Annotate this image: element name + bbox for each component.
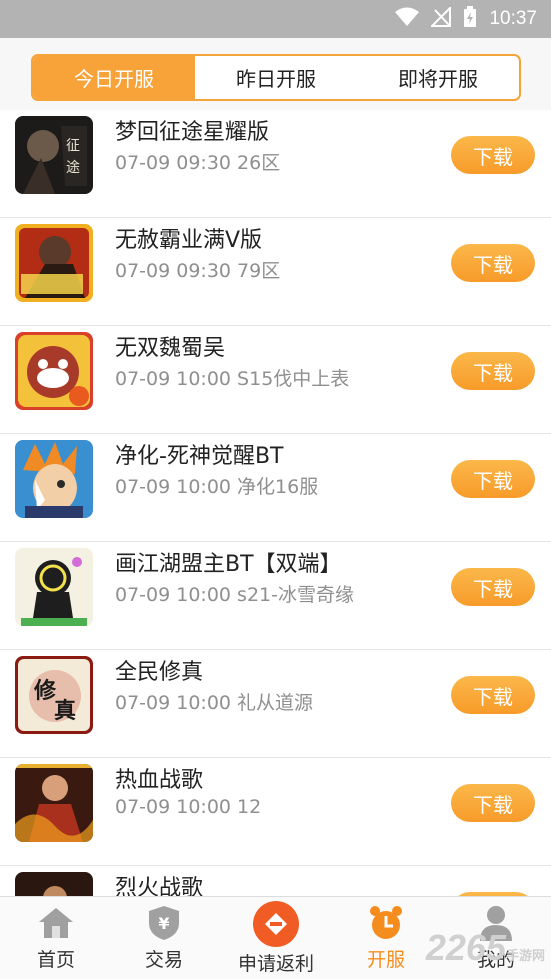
game-name: 全民修真 [115, 660, 204, 685]
no-signal-icon [430, 5, 452, 31]
alarm-clock-icon [366, 905, 406, 941]
list-item[interactable]: 烈火战歌 下载 [0, 866, 551, 896]
server-info: 07-09 10:00 礼从道源 [115, 692, 314, 714]
tab-upcoming[interactable]: 即将开服 [357, 56, 519, 99]
list-item[interactable]: 无赦霸业满V版 07-09 09:30 79区 下载 [0, 218, 551, 326]
game-icon [15, 224, 93, 302]
server-tab-segment: 今日开服 昨日开服 即将开服 [31, 54, 521, 101]
nav-trade[interactable]: ¥ 交易 [141, 897, 187, 979]
game-name: 热血战歌 [115, 768, 204, 793]
game-name: 梦回征途星耀版 [115, 120, 270, 145]
game-name: 净化-死神觉醒BT [115, 444, 284, 469]
status-time: 10:37 [489, 8, 537, 29]
list-item[interactable]: 无双魏蜀吴 07-09 10:00 S15伐中上表 下载 [0, 326, 551, 434]
game-name: 无赦霸业满V版 [115, 228, 263, 253]
server-info: 07-09 09:30 26区 [115, 152, 281, 174]
list-item[interactable]: 热血战歌 07-09 10:00 12 下载 [0, 758, 551, 866]
game-name: 画江湖盟主BT【双端】 [115, 552, 342, 577]
home-icon [36, 905, 76, 941]
server-list[interactable]: 征途 梦回征途星耀版 07-09 09:30 26区 下载 无赦霸业满V版 07… [0, 110, 551, 896]
download-button[interactable]: 下载 [451, 784, 535, 822]
list-item[interactable]: 修真 全民修真 07-09 10:00 礼从道源 下载 [0, 650, 551, 758]
svg-text:¥: ¥ [158, 914, 169, 933]
game-icon [15, 332, 93, 410]
wifi-icon [395, 7, 420, 31]
tab-today[interactable]: 今日开服 [33, 56, 195, 99]
svg-text:真: 真 [54, 698, 76, 724]
tab-yesterday[interactable]: 昨日开服 [195, 56, 357, 99]
nav-rebate[interactable]: 申请返利 [233, 897, 319, 979]
game-icon: 修真 [15, 656, 93, 734]
game-icon [15, 764, 93, 842]
nav-home[interactable]: 首页 [33, 897, 79, 979]
game-name: 无双魏蜀吴 [115, 336, 226, 361]
tab-bar-container: 今日开服 昨日开服 即将开服 [0, 38, 551, 110]
rebate-icon [253, 901, 299, 947]
server-info: 07-09 10:00 12 [115, 796, 262, 818]
nav-label: 交易 [144, 949, 183, 971]
shield-yen-icon: ¥ [144, 905, 184, 941]
game-name: 烈火战歌 [115, 876, 204, 896]
list-item[interactable]: 画江湖盟主BT【双端】 07-09 10:00 s21-冰雪奇缘 下载 [0, 542, 551, 650]
list-item[interactable]: 征途 梦回征途星耀版 07-09 09:30 26区 下载 [0, 110, 551, 218]
download-button[interactable]: 下载 [451, 244, 535, 282]
download-button[interactable]: 下载 [451, 136, 535, 174]
server-info: 07-09 09:30 79区 [115, 260, 281, 282]
game-icon: 征途 [15, 116, 93, 194]
game-icon [15, 872, 93, 896]
game-icon [15, 548, 93, 626]
server-info: 07-09 10:00 净化16服 [115, 476, 319, 498]
download-button[interactable]: 下载 [451, 460, 535, 498]
nav-label: 申请返利 [237, 953, 314, 975]
nav-label: 开服 [366, 949, 405, 971]
status-bar: 10:37 [0, 0, 551, 38]
svg-text:途: 途 [66, 159, 80, 176]
svg-text:征: 征 [66, 138, 80, 154]
game-icon [15, 440, 93, 518]
battery-charging-icon [463, 6, 477, 32]
list-item[interactable]: 净化-死神觉醒BT 07-09 10:00 净化16服 下载 [0, 434, 551, 542]
download-button[interactable]: 下载 [451, 568, 535, 606]
server-info: 07-09 10:00 s21-冰雪奇缘 [115, 584, 354, 606]
bottom-nav: 首页 ¥ 交易 申请返利 开服 我的 2265手游网 [0, 896, 551, 979]
nav-server[interactable]: 开服 [363, 897, 409, 979]
download-button[interactable]: 下载 [451, 676, 535, 714]
nav-label: 首页 [36, 949, 75, 971]
watermark-logo: 2265手游网 [425, 927, 545, 968]
server-info: 07-09 10:00 S15伐中上表 [115, 368, 350, 390]
download-button[interactable]: 下载 [451, 352, 535, 390]
